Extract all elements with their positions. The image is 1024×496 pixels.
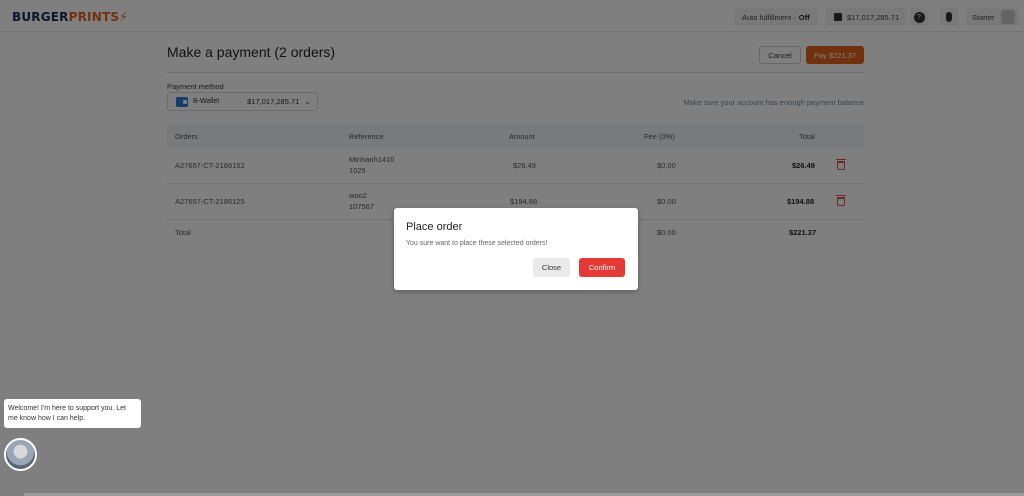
chat-welcome-bubble[interactable]: Welcome! I'm here to support you. Let me…	[4, 399, 141, 428]
dialog-message: You sure want to place these selected or…	[406, 240, 548, 247]
place-order-dialog: Place order You sure want to place these…	[394, 208, 638, 290]
dialog-title: Place order	[406, 221, 463, 233]
chat-launcher-avatar[interactable]	[4, 438, 37, 471]
confirm-button[interactable]: Confirm	[579, 258, 625, 277]
close-button[interactable]: Close	[533, 258, 570, 277]
